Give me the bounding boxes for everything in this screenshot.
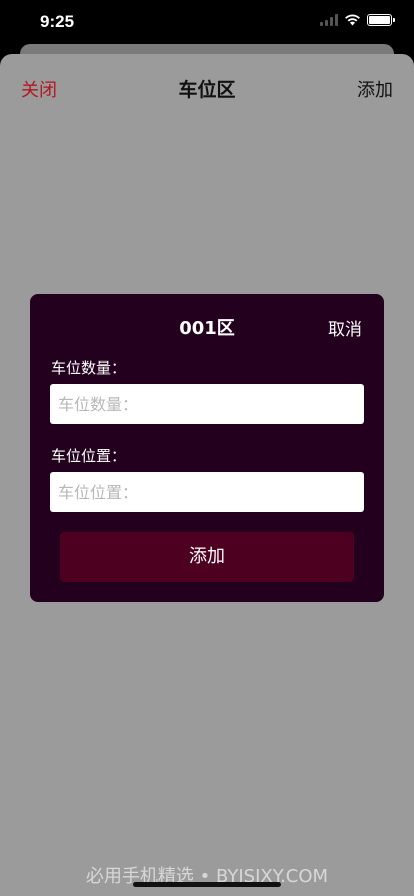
status-time: 9:25 — [40, 12, 75, 31]
status-bar: 9:25 — [0, 0, 414, 44]
wifi-icon — [344, 14, 361, 26]
add-parking-dialog: 001区 取消 车位数量： 车位位置： 添加 — [30, 294, 384, 602]
page-title: 车位区 — [178, 79, 236, 101]
status-icons — [320, 14, 395, 26]
nav-bar: 关闭 车位区 添加 — [0, 54, 414, 118]
space-location-input[interactable] — [50, 472, 364, 512]
submit-add-button[interactable]: 添加 — [60, 532, 354, 582]
home-indicator — [133, 882, 281, 887]
space-count-label: 车位数量： — [51, 359, 127, 377]
space-count-input[interactable] — [50, 384, 364, 424]
signal-icon — [320, 14, 338, 26]
cancel-button[interactable]: 取消 — [328, 315, 362, 340]
add-button[interactable]: 添加 — [357, 76, 393, 102]
space-location-label: 车位位置： — [51, 447, 127, 465]
battery-fill — [369, 16, 390, 24]
battery-icon — [367, 14, 395, 26]
